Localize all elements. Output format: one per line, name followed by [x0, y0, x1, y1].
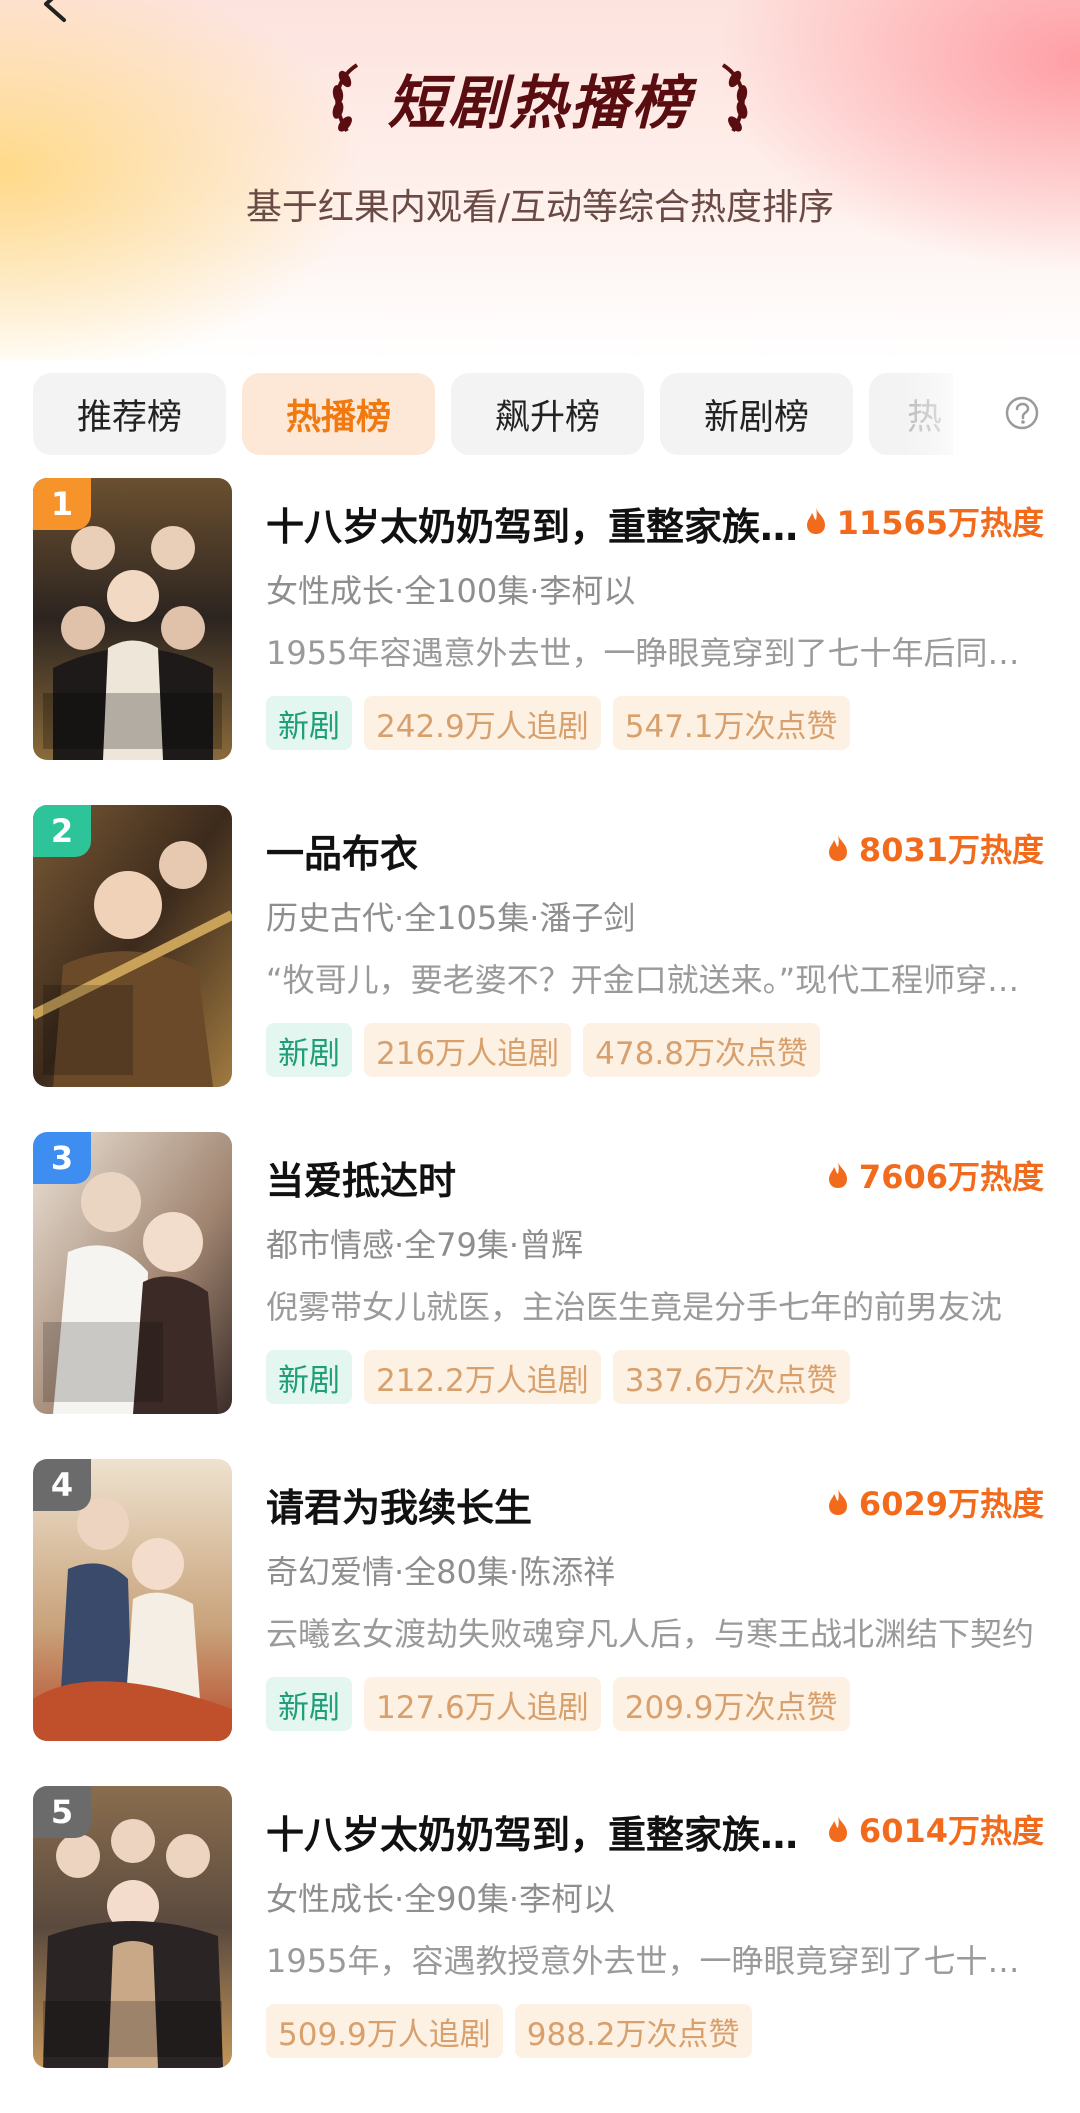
heat-value: 6029万热度: [858, 1485, 1044, 1523]
heat-value: 11565万热度: [836, 504, 1044, 542]
tag-row: 新剧 127.6万人追剧 209.9万次点赞: [266, 1677, 850, 1731]
new-badge: 新剧: [266, 1677, 352, 1731]
heat-value: 6014万热度: [858, 1812, 1044, 1850]
followers-tag: 216万人追剧: [364, 1023, 572, 1077]
drama-poster[interactable]: 1: [33, 478, 232, 760]
new-badge: 新剧: [266, 696, 352, 750]
laurel-right-icon: [721, 63, 747, 133]
list-item[interactable]: 2 一品布衣 8031万热度 历史古代·全105集·潘子剑 “牧哥儿，要老婆不？…: [0, 805, 1080, 1132]
heat-score: 8031万热度: [827, 825, 1044, 871]
drama-meta: 都市情感·全79集·曾辉: [266, 1226, 584, 1264]
drama-title[interactable]: 一品布衣: [266, 823, 806, 878]
flame-icon: [828, 835, 847, 861]
tab-new[interactable]: 新剧榜: [660, 373, 853, 455]
heat-value: 7606万热度: [858, 1158, 1044, 1196]
back-arrow-icon[interactable]: [34, 0, 74, 24]
drama-meta: 历史古代·全105集·潘子剑: [266, 899, 636, 937]
drama-poster[interactable]: 2: [33, 805, 232, 1087]
followers-tag: 242.9万人追剧: [364, 696, 601, 750]
list-item[interactable]: 1 十八岁太奶奶驾到，重整家族荣耀 11565万热度 女性成长·全100集·李柯…: [0, 478, 1080, 805]
heat-score: 7606万热度: [827, 1152, 1044, 1198]
drama-meta: 女性成长·全90集·李柯以: [266, 1880, 616, 1918]
drama-description: 1955年容遇意外去世，一睁眼竟穿到了七十年后同名同姓的重孙女身上: [266, 634, 1044, 672]
likes-tag: 209.9万次点赞: [612, 1677, 850, 1731]
tab-hot[interactable]: 热播榜: [242, 373, 435, 455]
rank-badge: 5: [33, 1786, 91, 1838]
drama-description: 倪雾带女儿就医，主治医生竟是分手七年的前男友沈: [266, 1288, 1003, 1326]
drama-list: 1 十八岁太奶奶驾到，重整家族荣耀 11565万热度 女性成长·全100集·李柯…: [0, 478, 1080, 2113]
heat-score: 11565万热度: [805, 498, 1044, 544]
rank-badge: 3: [33, 1132, 91, 1184]
likes-tag: 337.6万次点赞: [612, 1350, 850, 1404]
heat-score: 6014万热度: [827, 1806, 1044, 1852]
list-item[interactable]: 5 十八岁太奶奶驾到，重整家族荣耀 6014万热度 女性成长·全90集·李柯以 …: [0, 1786, 1080, 2113]
drama-poster[interactable]: 5: [33, 1786, 232, 2068]
page-title: 短剧热播榜: [387, 69, 693, 137]
drama-poster[interactable]: 3: [33, 1132, 232, 1414]
drama-title[interactable]: 十八岁太奶奶驾到，重整家族荣耀: [266, 496, 806, 551]
heat-score: 6029万热度: [827, 1479, 1044, 1525]
drama-description: 1955年，容遇教授意外去世，一睁眼竟穿到了七十年后: [266, 1942, 1044, 1980]
tab-recommend[interactable]: 推荐榜: [33, 373, 226, 455]
page-title-row: 短剧热播榜: [0, 56, 1080, 140]
likes-tag: 988.2万次点赞: [514, 2004, 752, 2058]
drama-meta: 奇幻爱情·全80集·陈添祥: [266, 1553, 616, 1591]
tab-rising[interactable]: 飙升榜: [451, 373, 644, 455]
flame-icon: [828, 1489, 847, 1515]
drama-title[interactable]: 当爱抵达时: [266, 1150, 806, 1205]
flame-icon: [806, 508, 825, 534]
list-item[interactable]: 4 请君为我续长生 6029万热度 奇幻爱情·全80集·陈添祥 云曦玄女渡劫失败…: [0, 1459, 1080, 1786]
drama-description: “牧哥儿，要老婆不？开金口就送来。”现代工程师穿越古代: [266, 961, 1044, 999]
followers-tag: 509.9万人追剧: [266, 2004, 503, 2058]
tag-row: 新剧 242.9万人追剧 547.1万次点赞: [266, 696, 850, 750]
list-item[interactable]: 3 当爱抵达时 7606万热度 都市情感·全79集·曾辉 倪雾带女儿就医，主治医…: [0, 1132, 1080, 1459]
new-badge: 新剧: [266, 1350, 352, 1404]
drama-title[interactable]: 十八岁太奶奶驾到，重整家族荣耀: [266, 1804, 806, 1859]
page-subtitle: 基于红果内观看/互动等综合热度排序: [245, 187, 835, 228]
rank-badge: 1: [33, 478, 91, 530]
tag-row: 新剧 216万人追剧 478.8万次点赞: [266, 1023, 820, 1077]
drama-description: 云曦玄女渡劫失败魂穿凡人后，与寒王战北渊结下契约: [266, 1615, 1035, 1653]
likes-tag: 478.8万次点赞: [583, 1023, 820, 1077]
help-icon[interactable]: [1004, 395, 1040, 431]
new-badge: 新剧: [266, 1023, 352, 1077]
tab-partial[interactable]: 热: [869, 373, 953, 455]
followers-tag: 127.6万人追剧: [364, 1677, 601, 1731]
drama-title[interactable]: 请君为我续长生: [266, 1477, 806, 1532]
ranking-tabs: 推荐榜 热播榜 飙升榜 新剧榜 热: [33, 373, 953, 455]
tag-row: 509.9万人追剧 988.2万次点赞: [266, 2004, 752, 2058]
flame-icon: [828, 1816, 847, 1842]
rank-badge: 2: [33, 805, 91, 857]
rank-badge: 4: [33, 1459, 91, 1511]
laurel-left-icon: [333, 63, 359, 133]
flame-icon: [828, 1162, 847, 1188]
likes-tag: 547.1万次点赞: [612, 696, 850, 750]
tag-row: 新剧 212.2万人追剧 337.6万次点赞: [266, 1350, 850, 1404]
followers-tag: 212.2万人追剧: [364, 1350, 601, 1404]
drama-meta: 女性成长·全100集·李柯以: [266, 572, 636, 610]
drama-poster[interactable]: 4: [33, 1459, 232, 1741]
heat-value: 8031万热度: [858, 831, 1044, 869]
